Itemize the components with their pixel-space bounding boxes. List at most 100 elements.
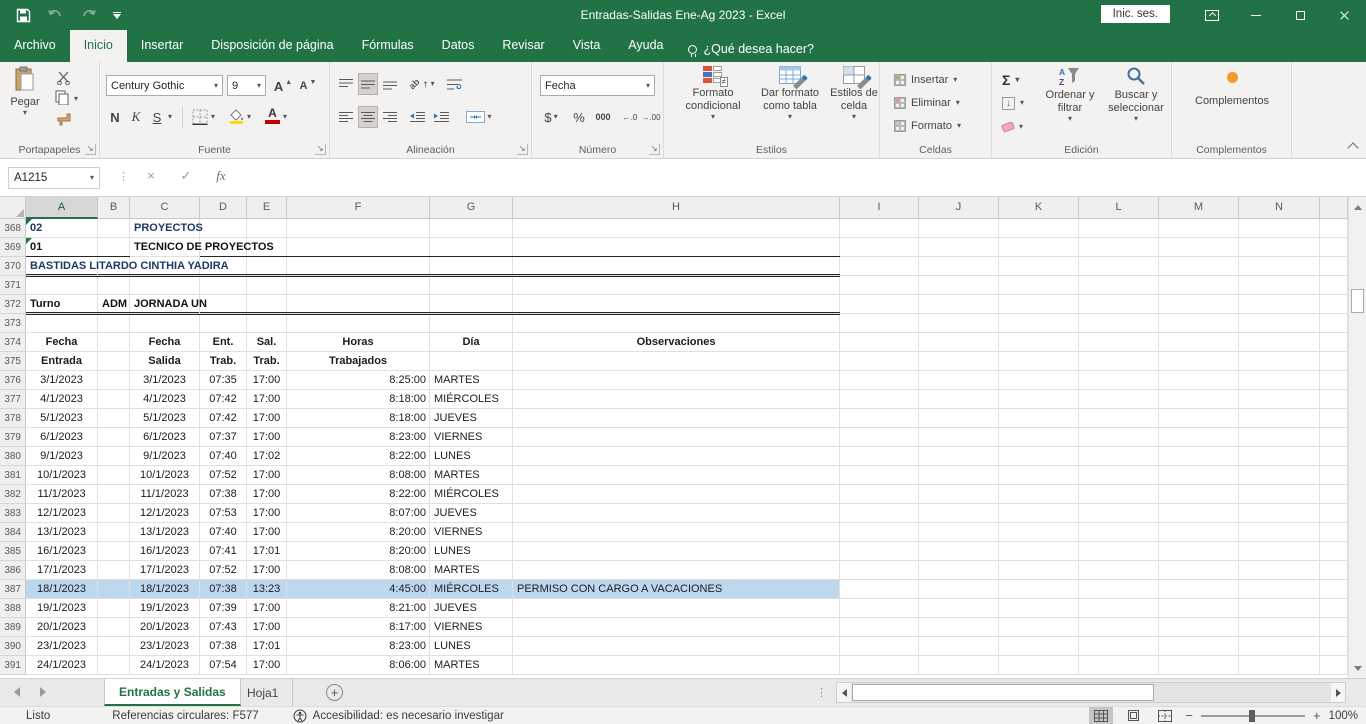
cell-x376[interactable] [1320,371,1348,390]
cell-L373[interactable] [1079,314,1159,333]
underline-button[interactable]: S [148,106,166,128]
cell-A376[interactable]: 3/1/2023 [26,371,98,390]
cell-F391[interactable]: 8:06:00 [287,656,430,675]
column-header-G[interactable]: G [430,197,513,219]
cell-A384[interactable]: 13/1/2023 [26,523,98,542]
cell-A373[interactable] [26,314,98,333]
scroll-left-button[interactable] [837,683,851,702]
row-header-368[interactable]: 368 [0,219,26,238]
cell-F374[interactable]: Horas [287,333,430,352]
cell-L377[interactable] [1079,390,1159,409]
zoom-slider-thumb[interactable] [1249,710,1255,722]
cell-F382[interactable]: 8:22:00 [287,485,430,504]
sheet-nav-left-icon[interactable] [14,687,20,697]
column-header-B[interactable]: B [98,197,130,219]
cell-B386[interactable] [98,561,130,580]
cell-x389[interactable] [1320,618,1348,637]
cell-G375[interactable] [430,352,513,371]
cell-E371[interactable] [247,276,287,295]
cell-x382[interactable] [1320,485,1348,504]
cell-J391[interactable] [919,656,999,675]
cell-G382[interactable]: MIÉRCOLES [430,485,513,504]
cell-B369[interactable] [98,238,130,257]
cell-K376[interactable] [999,371,1079,390]
cell-x374[interactable] [1320,333,1348,352]
sort-filter-button[interactable]: AZ Ordenar y filtrar▾ [1040,66,1100,123]
row-header-388[interactable]: 388 [0,599,26,618]
collapse-ribbon-icon[interactable] [1347,142,1358,153]
column-header-A[interactable]: A [26,197,98,219]
cell-N376[interactable] [1239,371,1320,390]
cell-A383[interactable]: 12/1/2023 [26,504,98,523]
cell-F380[interactable]: 8:22:00 [287,447,430,466]
cell-E375[interactable]: Trab. [247,352,287,371]
cell-I389[interactable] [840,618,919,637]
cell-J375[interactable] [919,352,999,371]
cell-L376[interactable] [1079,371,1159,390]
cell-B387[interactable] [98,580,130,599]
format-cells-button[interactable]: Formato▾ [894,116,961,136]
row-header-390[interactable]: 390 [0,637,26,656]
tab-insertar[interactable]: Insertar [127,30,197,62]
cell-K369[interactable] [999,238,1079,257]
cell-G373[interactable] [430,314,513,333]
cell-H378[interactable] [513,409,840,428]
cell-L386[interactable] [1079,561,1159,580]
cell-x370[interactable] [1320,257,1348,276]
cell-x387[interactable] [1320,580,1348,599]
cell-F387[interactable]: 4:45:00 [287,580,430,599]
cell-L369[interactable] [1079,238,1159,257]
cell-I380[interactable] [840,447,919,466]
tab-datos[interactable]: Datos [428,30,489,62]
percent-button[interactable]: % [570,106,588,128]
cell-I376[interactable] [840,371,919,390]
cell-L368[interactable] [1079,219,1159,238]
cell-L388[interactable] [1079,599,1159,618]
cell-x391[interactable] [1320,656,1348,675]
scroll-down-button[interactable] [1349,658,1366,678]
cell-D373[interactable] [200,314,247,333]
cell-J383[interactable] [919,504,999,523]
cell-M384[interactable] [1159,523,1239,542]
cell-M377[interactable] [1159,390,1239,409]
cell-x390[interactable] [1320,637,1348,656]
row-header-389[interactable]: 389 [0,618,26,637]
cell-M387[interactable] [1159,580,1239,599]
cell-K381[interactable] [999,466,1079,485]
cell-J382[interactable] [919,485,999,504]
cell-F388[interactable]: 8:21:00 [287,599,430,618]
cell-x377[interactable] [1320,390,1348,409]
cell-E373[interactable] [247,314,287,333]
qat-customize-icon[interactable] [113,12,121,19]
cell-B368[interactable] [98,219,130,238]
zoom-out-button[interactable]: − [1185,708,1193,723]
cell-I379[interactable] [840,428,919,447]
cell-x373[interactable] [1320,314,1348,333]
cell-x386[interactable] [1320,561,1348,580]
cell-I387[interactable] [840,580,919,599]
cell-C386[interactable]: 17/1/2023 [130,561,200,580]
normal-view-button[interactable] [1089,707,1113,724]
row-header-380[interactable]: 380 [0,447,26,466]
cell-L384[interactable] [1079,523,1159,542]
format-as-table-button[interactable]: Dar formato como tabla▾ [754,66,826,121]
cell-K379[interactable] [999,428,1079,447]
redo-icon[interactable] [80,9,97,22]
row-header-370[interactable]: 370 [0,257,26,276]
cell-H385[interactable] [513,542,840,561]
cell-K375[interactable] [999,352,1079,371]
number-format-combo[interactable]: Fecha▾ [540,75,655,96]
cell-H373[interactable] [513,314,840,333]
cell-N384[interactable] [1239,523,1320,542]
cell-N377[interactable] [1239,390,1320,409]
tab-formulas[interactable]: Fórmulas [348,30,428,62]
cell-J373[interactable] [919,314,999,333]
portapapeles-dialog-launcher[interactable]: ↘ [85,144,96,155]
cell-M388[interactable] [1159,599,1239,618]
page-break-view-button[interactable] [1153,707,1177,724]
cell-A389[interactable]: 20/1/2023 [26,618,98,637]
cell-F390[interactable]: 8:23:00 [287,637,430,656]
cell-B384[interactable] [98,523,130,542]
cell-J384[interactable] [919,523,999,542]
cell-D387[interactable]: 07:38 [200,580,247,599]
